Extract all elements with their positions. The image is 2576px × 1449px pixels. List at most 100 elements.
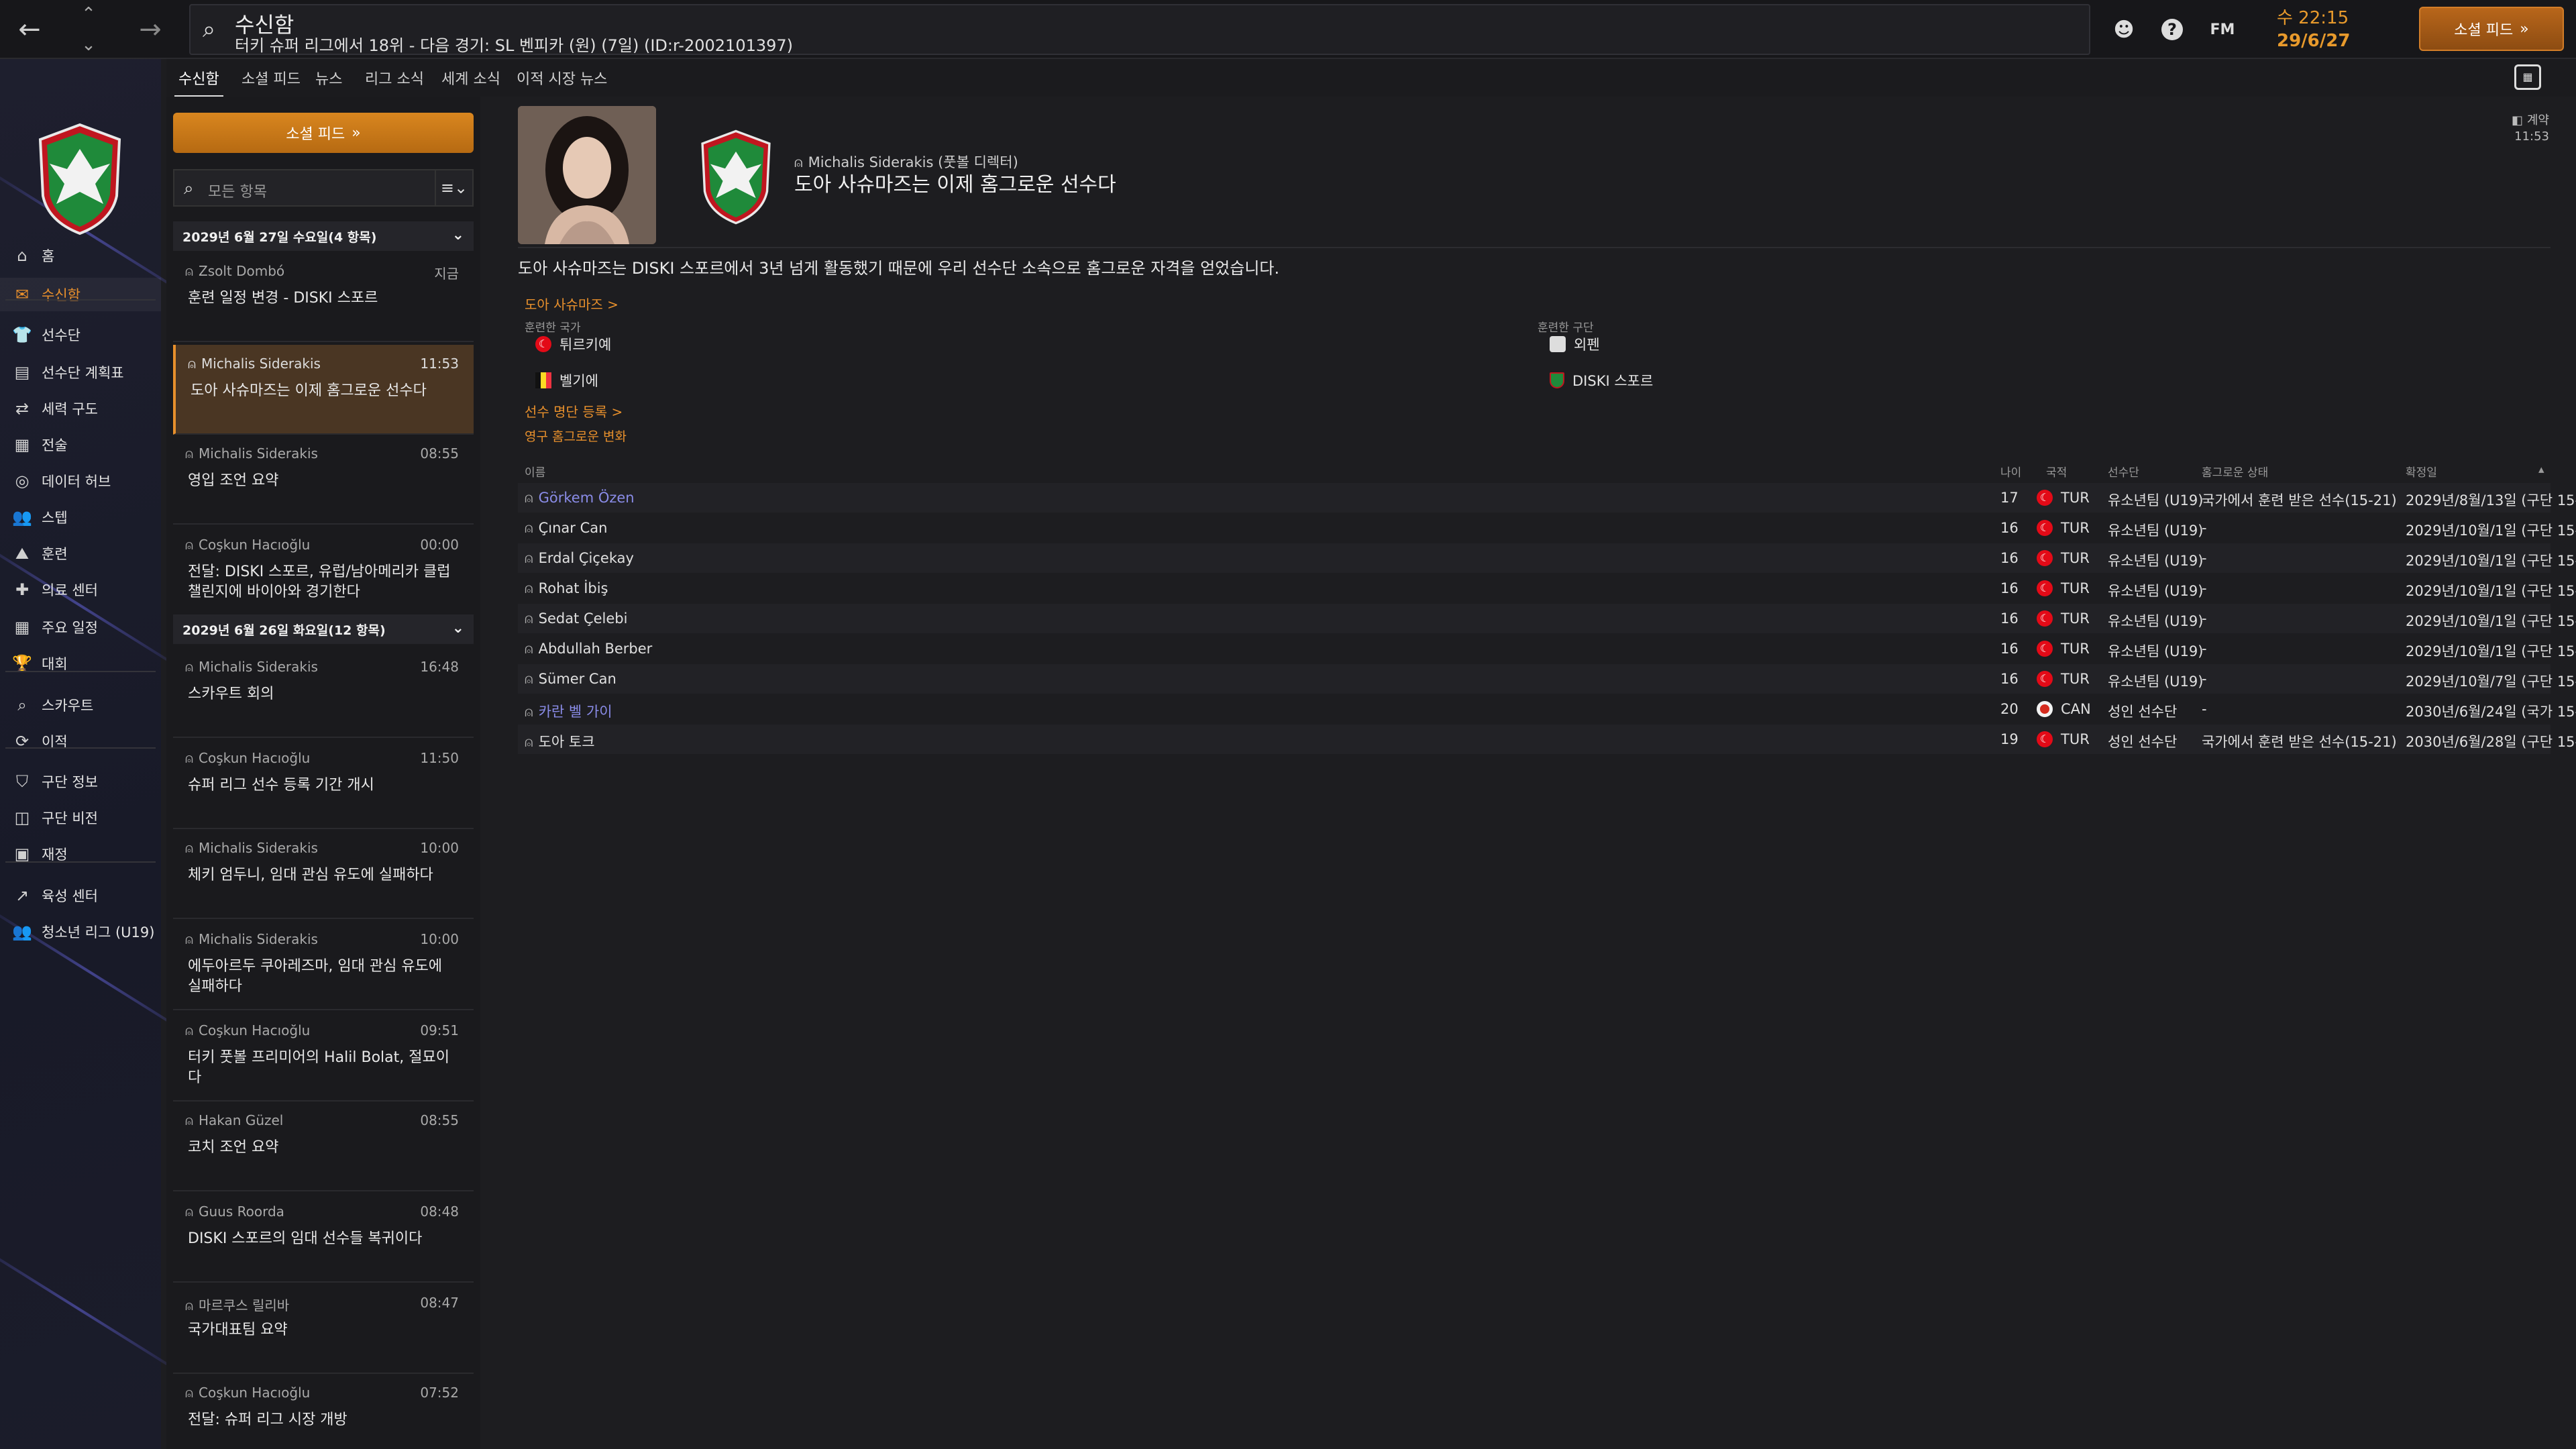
col-age[interactable]: 나이 (2000, 463, 2021, 480)
message-item[interactable]: ⍝ Zsolt Dombó 지금 훈련 일정 변경 - DISKI 스포르 (173, 252, 474, 342)
sidebar-item-shield[interactable]: ⛉ 구단 정보 (0, 765, 161, 798)
player-nationality[interactable]: CAN (2037, 701, 2091, 717)
fm-menu-button[interactable]: FM (2206, 16, 2239, 43)
player-link[interactable]: 도아 사슈마즈 > (525, 294, 619, 313)
message-item[interactable]: ⍝ Michalis Siderakis 11:53 도아 사슈마즈는 이제 홈그로운… (173, 345, 474, 435)
tab-inbox[interactable]: 수신함 (174, 67, 223, 98)
club-diski[interactable]: DISKI 스포르 (1550, 370, 1653, 390)
message-item[interactable]: ⍝ Hakan Güzel 08:55 코치 조언 요약 (173, 1102, 474, 1191)
widget-icon[interactable]: ▦ (2514, 64, 2541, 90)
table-row[interactable]: ⍝ 카란 벨 가이 20 CAN 성인 선수단 - 2030년/6월/24일 (국… (518, 694, 2576, 724)
back-button[interactable]: ← (9, 12, 50, 47)
table-row[interactable]: ⍝ Görkem Özen 17 ☾ TUR 유소년팀 (U19) 국가에서 훈련 … (518, 483, 2576, 513)
player-cell[interactable]: ⍝ Görkem Özen (525, 490, 635, 506)
player-name[interactable]: Sedat Çelebi (539, 610, 628, 627)
player-cell[interactable]: ⍝ Sümer Can (525, 671, 616, 688)
tab-world-news[interactable]: 세계 소식 (441, 67, 500, 91)
help-icon[interactable]: ? (2159, 16, 2186, 43)
message-item[interactable]: ⍝ Michalis Siderakis 10:00 체키 엄두니, 임대 관심 유도… (173, 829, 474, 919)
tab-league-news[interactable]: 리그 소식 (365, 67, 424, 91)
player-nationality[interactable]: ☾ TUR (2037, 671, 2090, 687)
game-clock[interactable]: 수 22:15 29/6/27 (2267, 7, 2375, 54)
social-feed-button[interactable]: 소셜 피드 » (173, 113, 474, 153)
col-nationality[interactable]: 국적 (2046, 463, 2067, 480)
player-cell[interactable]: ⍝ Erdal Çiçekay (525, 550, 634, 567)
player-name[interactable]: Çınar Can (539, 520, 608, 536)
table-row[interactable]: ⍝ 도아 토크 19 ☾ TUR 성인 선수단 국가에서 훈련 받은 선수(15-2… (518, 724, 2576, 754)
sidebar-item-development[interactable]: ↗ 육성 센터 (0, 879, 161, 912)
player-name[interactable]: Abdullah Berber (539, 641, 653, 657)
table-row[interactable]: ⍝ Rohat İbiş 16 ☾ TUR 유소년팀 (U19) - 2029년/1… (518, 574, 2576, 603)
table-row[interactable]: ⍝ Sümer Can 16 ☾ TUR 유소년팀 (U19) - 2029년/10… (518, 664, 2576, 694)
chevron-down-icon[interactable]: ⌄ (452, 620, 464, 637)
filter-menu-icon[interactable]: ≡⌄ (435, 170, 472, 205)
player-cell[interactable]: ⍝ Abdullah Berber (525, 641, 652, 657)
player-name[interactable]: Görkem Özen (539, 490, 635, 506)
sidebar-item-staff[interactable]: 👥 스텝 (0, 500, 161, 534)
tab-news[interactable]: 뉴스 (315, 67, 342, 91)
col-squad[interactable]: 선수단 (2108, 463, 2139, 480)
register-link[interactable]: 선수 명단 등록 > (525, 401, 623, 421)
sort-arrow-icon[interactable]: ▴ (2538, 463, 2544, 476)
nation-turkey[interactable]: ☾ 튀르키예 (535, 334, 611, 354)
player-nationality[interactable]: ☾ TUR (2037, 731, 2090, 747)
sidebar-item-clipboard[interactable]: ▤ 선수단 계획표 (0, 356, 161, 389)
sidebar-item-calendar[interactable]: ▦ 주요 일정 (0, 610, 161, 644)
player-nationality[interactable]: ☾ TUR (2037, 490, 2090, 506)
sidebar-item-scout[interactable]: ⌕ 스카우트 (0, 688, 161, 722)
player-nationality[interactable]: ☾ TUR (2037, 580, 2090, 596)
player-nationality[interactable]: ☾ TUR (2037, 610, 2090, 627)
sidebar-item-transfer[interactable]: ⟳ 이적 (0, 724, 161, 758)
club-crest-logo[interactable] (36, 122, 123, 236)
message-item[interactable]: ⍝ Coşkun Hacıoğlu 11:50 슈퍼 리그 선수 등록 기간 개시 (173, 739, 474, 829)
sidebar-item-youth[interactable]: 👥 청소년 리그 (U19) (0, 915, 161, 949)
tab-social-feed[interactable]: 소셜 피드 (241, 67, 301, 91)
message-group-header[interactable]: 2029년 6월 26일 화요일(12 항목) ⌄ (173, 614, 474, 644)
message-item[interactable]: ⍝ Guus Roorda 08:48 DISKI 스포르의 임대 선수들 복귀이다 (173, 1193, 474, 1283)
sidebar-item-inbox[interactable]: ✉ 수신함 (0, 278, 161, 311)
message-group-header[interactable]: 2029년 6월 27일 수요일(4 항목) ⌄ (173, 221, 474, 251)
sidebar-item-training[interactable]: ⛰ 훈련 (0, 537, 161, 570)
manager-icon[interactable]: ☻ (2110, 16, 2137, 43)
filter-input[interactable]: ⌕ 모든 항목 ≡⌄ (173, 169, 474, 207)
sidebar-item-dynamics[interactable]: ⇄ 세력 구도 (0, 392, 161, 425)
col-status[interactable]: 홈그로운 상태 (2202, 463, 2268, 480)
message-item[interactable]: ⍝ Coşkun Hacıoğlu 07:52 전달: 슈퍼 리그 시장 개방 (173, 1374, 474, 1449)
sidebar-item-finance[interactable]: ▣ 재정 (0, 837, 161, 871)
chevron-up-icon[interactable]: ⌃ (81, 4, 96, 24)
message-item[interactable]: ⍝ Coşkun Hacıoğlu 09:51 터키 풋볼 프리미어의 Halil B… (173, 1012, 474, 1102)
nation-belgium[interactable]: 벨기에 (535, 370, 598, 390)
col-date[interactable]: 확정일 (2406, 463, 2437, 480)
history-stepper[interactable]: ⌃ ⌄ (75, 4, 102, 55)
sidebar-item-trophy[interactable]: 🏆 대회 (0, 647, 161, 680)
social-feed-top-button[interactable]: 소셜 피드 » (2419, 7, 2564, 51)
player-name[interactable]: Erdal Çiçekay (539, 550, 634, 566)
player-cell[interactable]: ⍝ Sedat Çelebi (525, 610, 627, 627)
player-cell[interactable]: ⍝ Çınar Can (525, 520, 607, 537)
tab-transfer-news[interactable]: 이적 시장 뉴스 (517, 67, 607, 91)
sidebar-item-medical[interactable]: ✚ 의료 센터 (0, 573, 161, 606)
contract-tag[interactable]: ◧ 계약 11:53 (2512, 113, 2549, 145)
player-nationality[interactable]: ☾ TUR (2037, 520, 2090, 536)
forward-button[interactable]: → (130, 12, 170, 47)
club-eupen[interactable]: 외펜 (1550, 334, 1600, 354)
player-cell[interactable]: ⍝ Rohat İbiş (525, 580, 608, 597)
message-item[interactable]: ⍝ Michalis Siderakis 08:55 영입 조언 요약 (173, 435, 474, 525)
player-name[interactable]: Rohat İbiş (539, 580, 608, 596)
table-row[interactable]: ⍝ Çınar Can 16 ☾ TUR 유소년팀 (U19) - 2029년/10… (518, 513, 2576, 543)
table-row[interactable]: ⍝ Erdal Çiçekay 16 ☾ TUR 유소년팀 (U19) - 2029… (518, 543, 2576, 573)
player-name[interactable]: 도아 토크 (539, 734, 595, 750)
table-row[interactable]: ⍝ Sedat Çelebi 16 ☾ TUR 유소년팀 (U19) - 2029년… (518, 604, 2576, 633)
search-box[interactable]: ⌕ 수신함 터키 슈퍼 리그에서 18위 - 다음 경기: SL 벤피카 (원)… (189, 4, 2090, 55)
message-item[interactable]: ⍝ 마르쿠스 릴리바 08:47 국가대표팀 요약 (173, 1284, 474, 1374)
message-item[interactable]: ⍝ Coşkun Hacıoğlu 00:00 전달: DISKI 스포르, 유럽/남… (173, 526, 474, 616)
chevron-down-icon[interactable]: ⌄ (452, 227, 464, 244)
sidebar-item-vision[interactable]: ◫ 구단 비전 (0, 801, 161, 835)
chevron-down-icon[interactable]: ⌄ (81, 35, 96, 55)
message-item[interactable]: ⍝ Michalis Siderakis 10:00 에두아르두 쿠아레즈마, 임대 … (173, 920, 474, 1010)
sidebar-item-data-hub[interactable]: ◎ 데이터 허브 (0, 464, 161, 498)
col-name[interactable]: 이름 (525, 463, 545, 480)
sidebar-item-tactics[interactable]: ▦ 전술 (0, 428, 161, 462)
player-cell[interactable]: ⍝ 도아 토크 (525, 731, 595, 751)
player-name[interactable]: 카란 벨 가이 (539, 704, 612, 720)
